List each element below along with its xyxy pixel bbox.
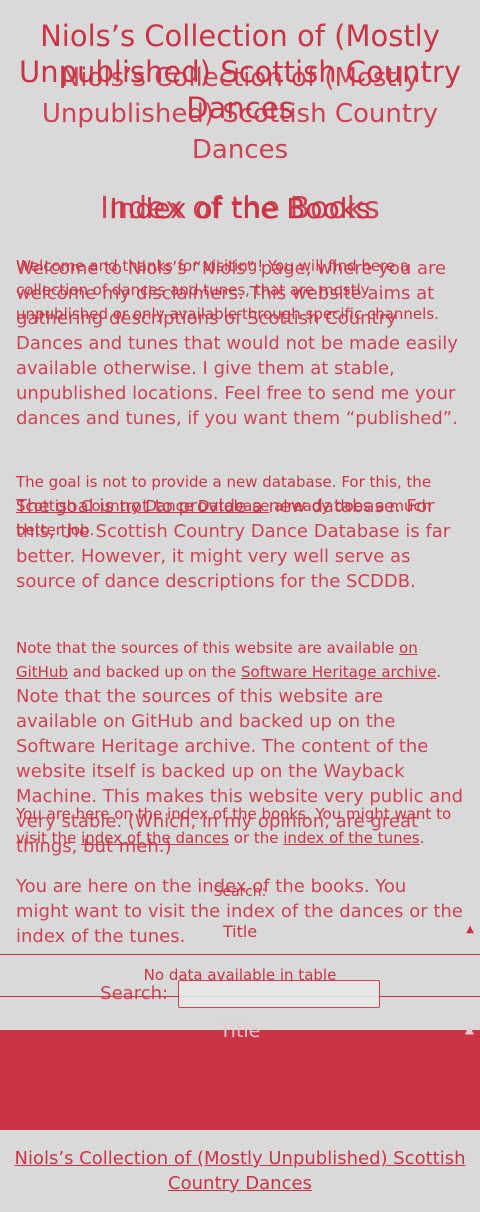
sources-paragraph: Note that the sources of this website ar… [16,639,442,681]
overlay-page-heading: Index of the Books [100,191,380,226]
overlay-site-title: Niols’s Collection of (Mostly Unpublishe… [41,63,439,165]
banner-sort-arrow-icon: ▲ [464,1022,474,1036]
software-heritage-link[interactable]: Software Heritage archive [241,663,436,681]
overlay-search-label: Search: [100,983,169,1004]
banner-title-label: Title [219,1020,261,1042]
overlay-search-row: Search: [0,980,480,1008]
search-input[interactable] [177,980,380,1008]
overlay-navigation-paragraph: You are here on the index of the books. … [16,876,463,947]
overlay-sources-paragraph: Note that the sources of this website ar… [16,686,464,857]
table-header-banner[interactable]: Title ▲ [0,1020,480,1130]
header-divider [0,954,480,955]
footer: Niols’s Collection of (Mostly Unpublishe… [0,1146,480,1196]
footer-home-link[interactable]: Niols’s Collection of (Mostly Unpublishe… [15,1148,466,1194]
overlay-welcome-paragraph: Welcome to Niols’s “Niols” page, where y… [16,258,458,429]
sort-arrow-icon: ▲ [466,924,474,935]
overlay-goal-paragraph: The goal is not to provide a new databas… [16,496,451,592]
